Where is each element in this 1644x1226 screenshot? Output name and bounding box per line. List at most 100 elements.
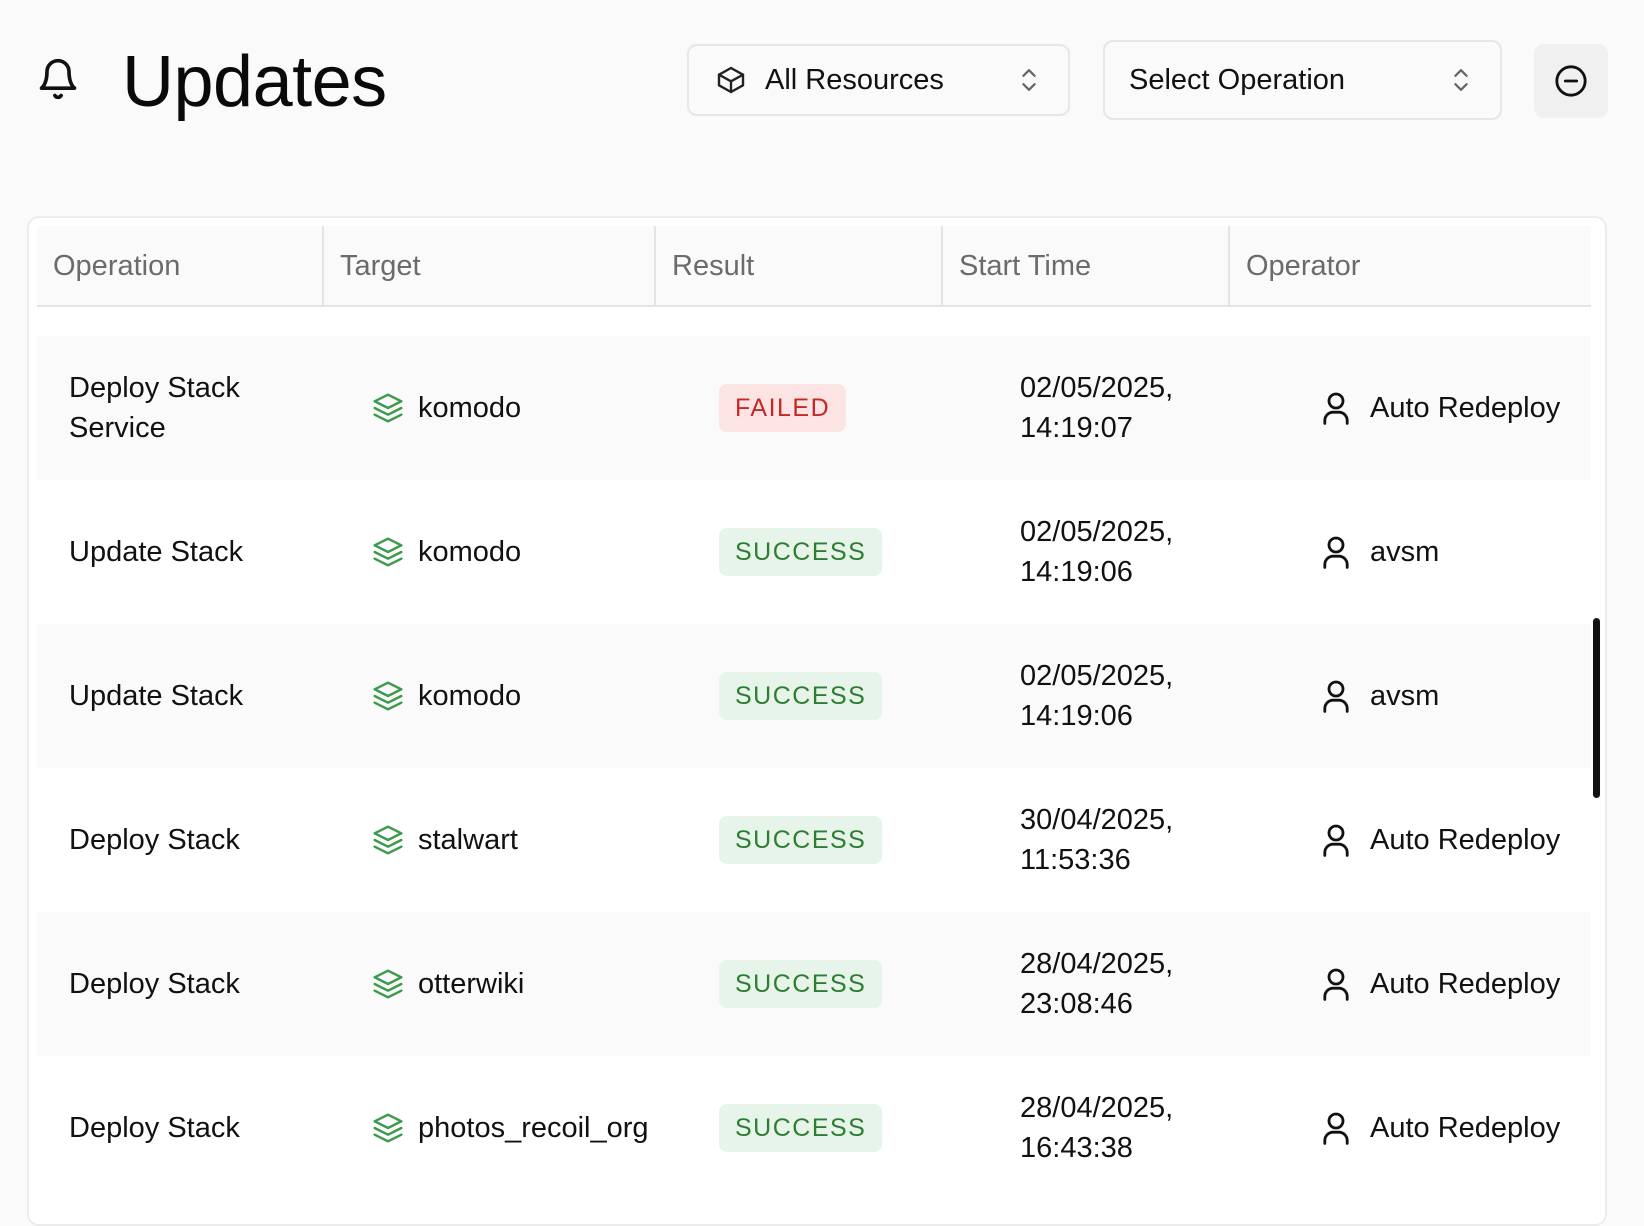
clear-filters-button[interactable]	[1534, 44, 1608, 118]
operation-cell: Deploy Stack Service	[69, 336, 339, 480]
start-time-cell: 02/05/2025, 14:19:06	[1020, 624, 1260, 768]
operator-cell: avsm	[1322, 624, 1582, 768]
table-row[interactable]: Update Stack komodo SUCCESS 02/05/2025, 1…	[37, 480, 1591, 624]
operation-text: Update Stack	[69, 536, 244, 568]
start-time: 11:53:36	[1020, 844, 1131, 876]
start-date: 02/05/2025,	[1020, 516, 1174, 548]
scrollbar[interactable]	[1593, 618, 1600, 798]
operator-name: avsm	[1370, 536, 1440, 568]
start-time-cell: 02/05/2025, 14:19:07	[1020, 336, 1260, 480]
start-date: 30/04/2025,	[1020, 804, 1174, 836]
operator-cell: avsm	[1322, 480, 1582, 624]
target-cell[interactable]: otterwiki	[372, 912, 692, 1056]
start-time-cell: 02/05/2025, 14:19:06	[1020, 480, 1260, 624]
box-icon	[717, 66, 745, 94]
status-badge: SUCCESS	[719, 672, 883, 720]
operator-cell: Auto Redeploy	[1322, 768, 1582, 912]
column-header-operator[interactable]: Operator	[1230, 226, 1591, 306]
minus-circle-icon	[1555, 65, 1587, 97]
target-link[interactable]: komodo	[418, 532, 521, 572]
table-row[interactable]: Deploy Stack photos_recoil_org SUCCESS 2…	[37, 1056, 1591, 1200]
status-badge: SUCCESS	[719, 1104, 883, 1152]
target-link[interactable]: otterwiki	[418, 964, 524, 1004]
result-cell: SUCCESS	[719, 1056, 979, 1200]
target-cell[interactable]: komodo	[372, 336, 692, 480]
operation-filter-value: Select Operation	[1129, 63, 1346, 96]
user-icon	[1323, 824, 1349, 857]
chevrons-up-down-icon	[1022, 69, 1036, 91]
target-cell[interactable]: komodo	[372, 624, 692, 768]
result-cell: SUCCESS	[719, 768, 979, 912]
status-badge: FAILED	[719, 384, 847, 432]
user-icon	[1323, 968, 1349, 1001]
start-date: 28/04/2025,	[1020, 1092, 1174, 1124]
start-time: 16:43:38	[1020, 1132, 1133, 1164]
operator-name: Auto Redeploy	[1370, 968, 1561, 1000]
page-title: Updates	[122, 42, 387, 122]
resource-filter-select[interactable]: All Resources	[687, 44, 1070, 116]
start-time: 14:19:06	[1020, 556, 1133, 588]
status-badge: SUCCESS	[719, 528, 883, 576]
operation-cell: Deploy Stack	[69, 912, 339, 1056]
operator-name: Auto Redeploy	[1370, 824, 1561, 856]
layers-icon	[373, 681, 403, 711]
start-date: 02/05/2025,	[1020, 372, 1174, 404]
start-time: 14:19:06	[1020, 700, 1133, 732]
table-row[interactable]: Deploy Stack otterwiki SUCCESS 28/04/202…	[37, 912, 1591, 1056]
layers-icon	[373, 1113, 403, 1143]
layers-icon	[373, 825, 403, 855]
target-cell[interactable]: photos_recoil_org	[372, 1056, 692, 1200]
operator-cell: Auto Redeploy	[1322, 336, 1582, 480]
resource-filter-value: All Resources	[765, 63, 944, 96]
operator-name: avsm	[1370, 680, 1440, 712]
result-cell: SUCCESS	[719, 624, 979, 768]
start-date: 02/05/2025,	[1020, 660, 1174, 692]
start-time-cell: 30/04/2025, 11:53:36	[1020, 768, 1260, 912]
operator-name: Auto Redeploy	[1370, 392, 1561, 424]
bell-icon	[36, 56, 80, 102]
user-icon	[1323, 680, 1349, 713]
layers-icon	[373, 969, 403, 999]
chevrons-up-down-icon	[1454, 69, 1468, 91]
column-header-target[interactable]: Target	[324, 226, 656, 306]
operator-cell: Auto Redeploy	[1322, 912, 1582, 1056]
operation-text: Deploy Stack	[69, 824, 240, 856]
user-icon	[1323, 392, 1349, 425]
start-date: 28/04/2025,	[1020, 948, 1174, 980]
table-row[interactable]: Deploy Stack stalwart SUCCESS 30/04/2025…	[37, 768, 1591, 912]
table-row[interactable]: Deploy Stack Service komodo FAILED 02/05…	[37, 336, 1591, 480]
user-icon	[1323, 1112, 1349, 1145]
start-time-cell: 28/04/2025, 23:08:46	[1020, 912, 1260, 1056]
operation-cell: Deploy Stack	[69, 1056, 339, 1200]
start-time: 23:08:46	[1020, 988, 1133, 1020]
operation-filter-select[interactable]: Select Operation	[1103, 40, 1502, 120]
result-cell: FAILED	[719, 336, 979, 480]
column-header-start-time[interactable]: Start Time	[943, 226, 1230, 306]
target-link[interactable]: stalwart	[418, 820, 518, 860]
operation-text: Deploy Stack Service	[69, 372, 240, 444]
table-header: Operation Target Result Start Time Opera…	[37, 226, 1591, 307]
updates-table-card: Operation Target Result Start Time Opera…	[27, 216, 1607, 1226]
status-badge: SUCCESS	[719, 816, 883, 864]
layers-icon	[373, 537, 403, 567]
result-cell: SUCCESS	[719, 912, 979, 1056]
column-header-result[interactable]: Result	[656, 226, 943, 306]
target-cell[interactable]: komodo	[372, 480, 692, 624]
operation-text: Deploy Stack	[69, 968, 240, 1000]
start-time-cell: 28/04/2025, 16:43:38	[1020, 1056, 1260, 1200]
operator-name: Auto Redeploy	[1370, 1112, 1561, 1144]
layers-icon	[373, 393, 403, 423]
page-header: Updates All Resources Select Operation	[0, 0, 1644, 170]
operation-cell: Update Stack	[69, 624, 339, 768]
table-body: Deploy Stack Service komodo FAILED 02/05…	[37, 336, 1591, 1200]
target-cell[interactable]: stalwart	[372, 768, 692, 912]
column-header-operation[interactable]: Operation	[37, 226, 324, 306]
operation-cell: Deploy Stack	[69, 768, 339, 912]
operation-text: Deploy Stack	[69, 1112, 240, 1144]
target-link[interactable]: komodo	[418, 676, 521, 716]
table-row[interactable]: Update Stack komodo SUCCESS 02/05/2025, 1…	[37, 624, 1591, 768]
target-link[interactable]: komodo	[418, 388, 521, 428]
target-link[interactable]: photos_recoil_org	[418, 1108, 649, 1148]
result-cell: SUCCESS	[719, 480, 979, 624]
status-badge: SUCCESS	[719, 960, 883, 1008]
